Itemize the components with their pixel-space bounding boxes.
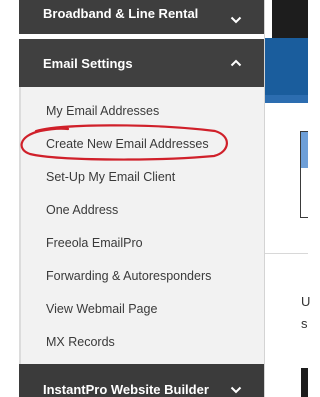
submenu-item-one-address[interactable]: One Address xyxy=(46,203,118,217)
footer-block xyxy=(301,368,308,397)
menu-section-broadband[interactable]: Broadband & Line Rental xyxy=(19,0,264,34)
submenu-item-create-new-email-addresses[interactable]: Create New Email Addresses xyxy=(46,137,209,151)
content-card-header xyxy=(301,132,308,168)
body-text-fragment: s xyxy=(301,316,308,331)
chevron-down-icon[interactable] xyxy=(230,384,242,396)
submenu-item-view-webmail-page[interactable]: View Webmail Page xyxy=(46,302,157,316)
body-text-fragment: U xyxy=(301,294,311,309)
menu-section-label: Broadband & Line Rental xyxy=(43,6,199,21)
menu-section-label: InstantPro Website Builder xyxy=(43,382,209,397)
menu-section-label: Email Settings xyxy=(43,55,133,71)
submenu-item-freeola-emailpro[interactable]: Freeola EmailPro xyxy=(46,236,143,250)
banner xyxy=(265,38,308,102)
submenu-item-forwarding-autoresponders[interactable]: Forwarding & Autoresponders xyxy=(46,269,211,283)
header-bar xyxy=(272,0,308,38)
chevron-down-icon[interactable] xyxy=(230,14,242,26)
submenu-item-mx-records[interactable]: MX Records xyxy=(46,335,115,349)
sidebar-menu: Broadband & Line Rental Email Settings M… xyxy=(19,0,264,397)
menu-section-instantpro[interactable]: InstantPro Website Builder xyxy=(19,364,264,397)
main-content-edge: U s xyxy=(264,0,311,397)
divider xyxy=(19,34,264,38)
submenu-item-my-email-addresses[interactable]: My Email Addresses xyxy=(46,104,159,118)
menu-section-email-settings[interactable]: Email Settings xyxy=(19,39,264,87)
banner-strip xyxy=(265,95,308,103)
email-settings-submenu: My Email Addresses Create New Email Addr… xyxy=(19,87,264,364)
submenu-item-set-up-email-client[interactable]: Set-Up My Email Client xyxy=(46,170,175,184)
divider xyxy=(265,253,308,254)
page-gutter xyxy=(0,0,19,397)
chevron-up-icon[interactable] xyxy=(230,57,242,69)
